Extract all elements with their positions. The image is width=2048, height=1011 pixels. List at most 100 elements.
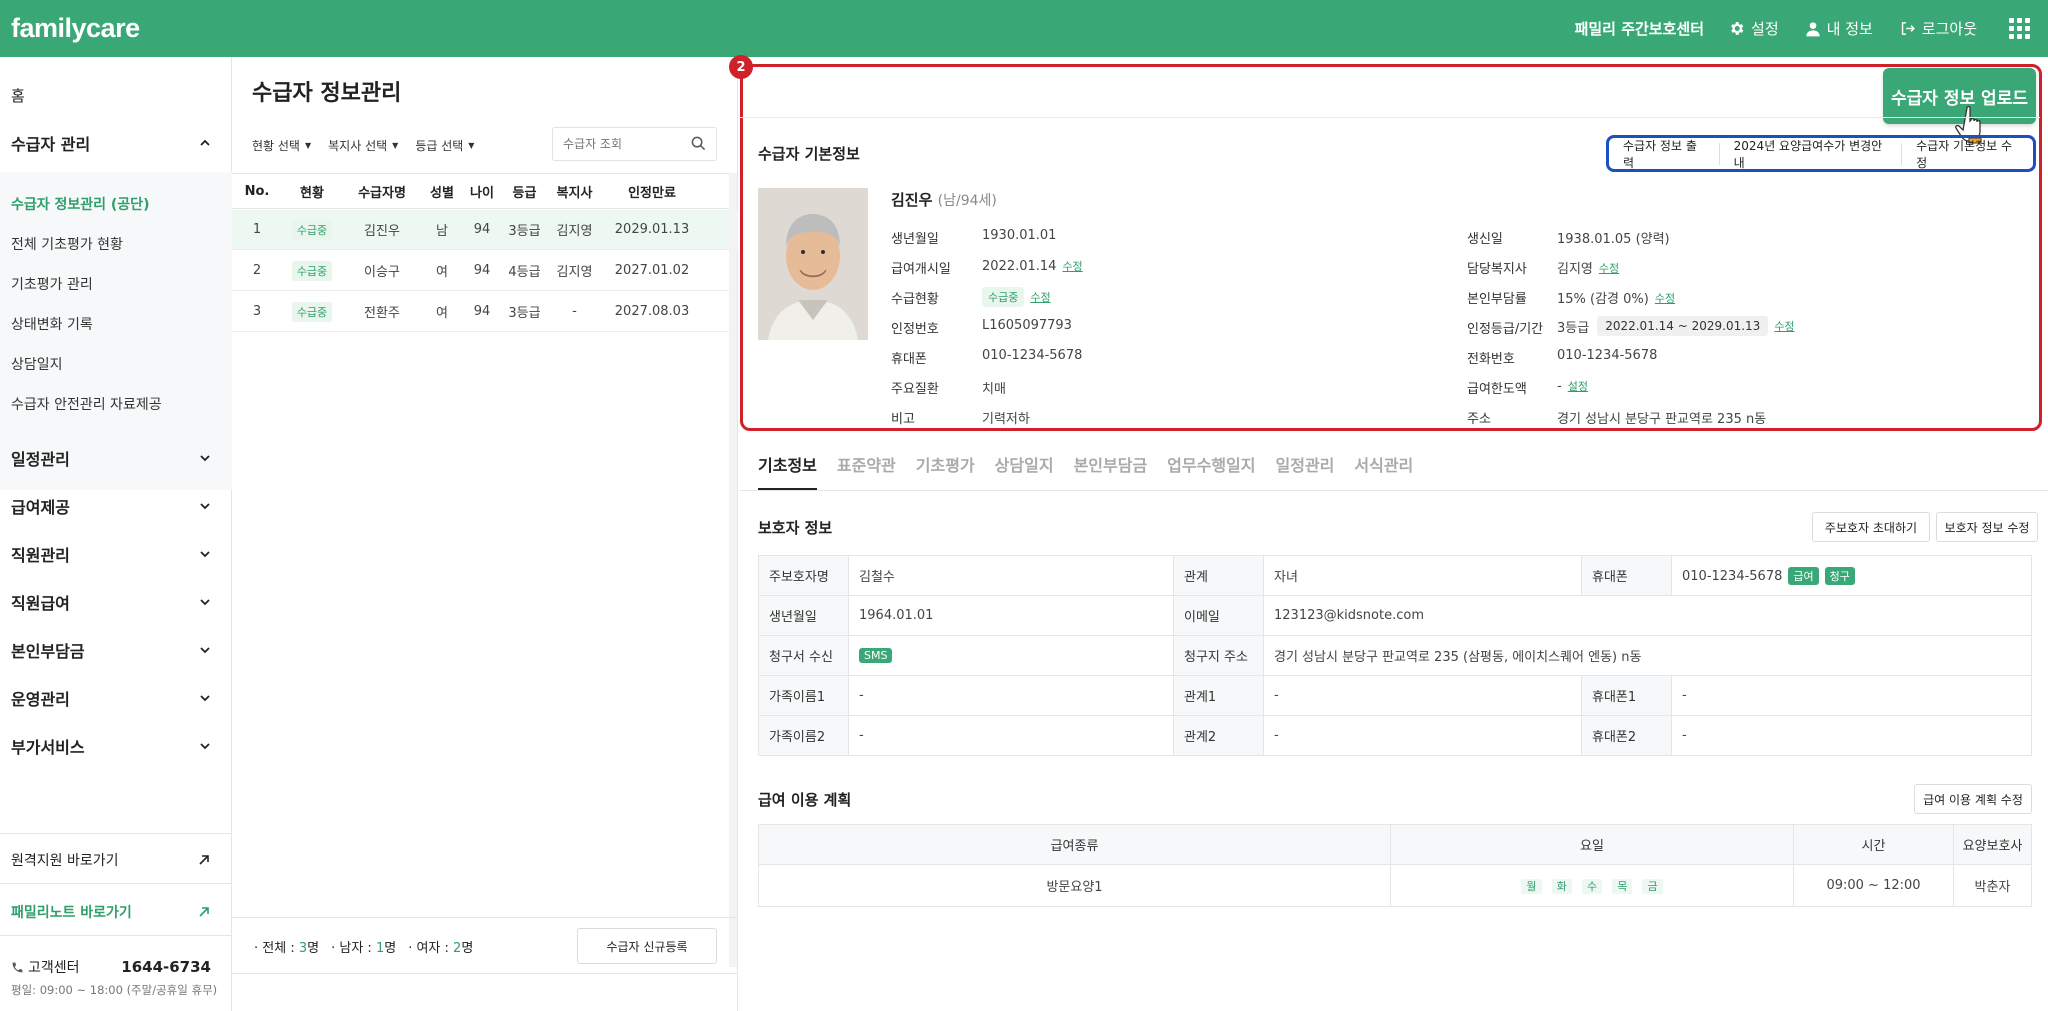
logo[interactable]: familycare <box>11 13 140 44</box>
sidebar-item-recipient-info[interactable]: 수급자 정보관리 (공단) <box>11 194 149 214</box>
table-row[interactable]: 3 수급중 전환주 여 94 3등급 - 2027.08.03 <box>232 292 738 332</box>
edit-grade-link[interactable]: 수정 <box>1774 318 1794 334</box>
field-mobile: 010-1234-5678 <box>982 348 1083 363</box>
sidebar-item-all-eval[interactable]: 전체 기초평가 현황 <box>11 234 123 254</box>
fee-change-guide-button[interactable]: 2024년 요양급여수가 변경안내 <box>1720 139 1903 170</box>
guardian-email: 123123@kidsnote.com <box>1263 595 2032 636</box>
invite-guardian-button[interactable]: 주보호자 초대하기 <box>1812 512 1930 542</box>
tab-copay[interactable]: 본인부담금 <box>1074 452 1148 490</box>
my-info-link[interactable]: 내 정보 <box>1805 18 1873 39</box>
page-title: 수급자 정보관리 <box>252 81 402 106</box>
caret-down-icon: ▼ <box>392 141 399 150</box>
table-row[interactable]: 2 수급중 이승구 여 94 4등급 김지영 2027.01.02 <box>232 251 738 291</box>
new-recipient-button[interactable]: 수급자 신규등록 <box>577 928 717 964</box>
plan-time: 09:00 ~ 12:00 <box>1793 864 1954 907</box>
sidebar-section-schedule[interactable]: 일정관리 <box>11 446 211 470</box>
edit-start-date-link[interactable]: 수정 <box>1062 258 1082 274</box>
sidebar-section-label: 직원관리 <box>11 546 70 565</box>
center-name: 패밀리 주간보호센터 <box>1574 20 1705 38</box>
cell-worker: - <box>572 304 577 319</box>
count-summary: · 전체 : 3명 · 남자 : 1명 · 여자 : 2명 <box>254 937 485 956</box>
tab-work-log[interactable]: 업무수행일지 <box>1167 452 1255 490</box>
field-label: 인정번호 <box>891 322 939 337</box>
cs-hours: 평일: 09:00 ~ 18:00 (주말/공휴일 휴무) <box>11 983 218 997</box>
familynote-link[interactable]: 패밀리노트 바로가기 <box>11 902 211 922</box>
chevron-up-icon <box>200 139 210 146</box>
edit-basic-info-button[interactable]: 수급자 기본정보 수정 <box>1902 139 2033 170</box>
table-row[interactable]: 1 수급중 김진우 남 94 3등급 김지영 2029.01.13 <box>232 210 738 250</box>
sidebar-section-staff[interactable]: 직원관리 <box>11 542 211 566</box>
tab-counsel[interactable]: 상담일지 <box>995 452 1054 490</box>
sidebar-section-label: 일정관리 <box>11 450 70 469</box>
caret-down-icon: ▼ <box>304 141 312 150</box>
recipient-photo <box>758 188 868 340</box>
sidebar-section-payroll[interactable]: 직원급여 <box>11 590 211 614</box>
family1-relation: - <box>1263 675 1582 716</box>
field-label: 생년월일 <box>891 232 939 247</box>
list-scrollbar[interactable] <box>729 173 737 967</box>
field-label: 급여개시일 <box>891 262 951 277</box>
user-icon <box>1805 21 1820 36</box>
billing-tag: 청구 <box>1824 566 1855 585</box>
edit-plan-button[interactable]: 급여 이용 계획 수정 <box>1914 784 2032 814</box>
field-label: 수급현황 <box>891 292 939 307</box>
cs-label-wrap: 고객센터 <box>11 957 80 977</box>
tab-forms[interactable]: 서식관리 <box>1354 452 1413 490</box>
sidebar-section-copay[interactable]: 본인부담금 <box>11 638 211 662</box>
logout-label: 로그아웃 <box>1921 20 1977 38</box>
set-limit-link[interactable]: 설정 <box>1568 378 1588 394</box>
apps-grid-icon[interactable] <box>2009 18 2030 39</box>
sidebar-item-eval-manage[interactable]: 기초평가 관리 <box>11 274 93 294</box>
sidebar-section-benefit[interactable]: 급여제공 <box>11 494 211 518</box>
status-filter[interactable]: 현황 선택 ▼ <box>252 137 311 154</box>
print-info-button[interactable]: 수급자 정보 출력 <box>1609 139 1720 170</box>
edit-copay-link[interactable]: 수정 <box>1655 290 1675 306</box>
chevron-down-icon <box>200 743 210 750</box>
settings-link[interactable]: 설정 <box>1728 18 1779 39</box>
field-label: 휴대폰 <box>891 352 927 367</box>
arrow-up-right-icon <box>199 855 209 865</box>
guardian-label: 휴대폰2 <box>1581 715 1672 756</box>
remote-support-link[interactable]: 원격지원 바로가기 <box>11 850 211 870</box>
tab-terms[interactable]: 표준약관 <box>837 452 896 490</box>
cs-number: 1644-6734 <box>121 958 211 976</box>
edit-guardian-button[interactable]: 보호자 정보 수정 <box>1936 512 2038 542</box>
edit-worker-link[interactable]: 수정 <box>1599 260 1619 276</box>
worker-filter[interactable]: 복지사 선택 ▼ <box>328 137 398 154</box>
sidebar-section-label: 부가서비스 <box>11 738 85 757</box>
col-benefit-type: 급여종류 <box>758 824 1391 865</box>
tab-schedule[interactable]: 일정관리 <box>1276 452 1335 490</box>
sidebar-section-label: 직원급여 <box>11 594 70 613</box>
cell-sex: 남 <box>436 224 448 239</box>
guardian-label: 청구지 주소 <box>1173 635 1264 676</box>
search-icon[interactable] <box>691 136 706 151</box>
sidebar-item-status-change[interactable]: 상태변화 기록 <box>11 314 93 334</box>
grade-filter[interactable]: 등급 선택 ▼ <box>415 137 474 154</box>
sidebar-item-counsel-log[interactable]: 상담일지 <box>11 354 63 374</box>
period-badge: 2022.01.14 ~ 2029.01.13 <box>1597 316 1769 336</box>
tab-basic-info[interactable]: 기초정보 <box>758 452 817 490</box>
logout-link[interactable]: 로그아웃 <box>1899 18 1977 39</box>
col-time: 시간 <box>1793 824 1954 865</box>
search-input[interactable] <box>563 137 683 151</box>
plan-type: 방문요양1 <box>758 864 1391 907</box>
day-badge: 수 <box>1581 878 1603 894</box>
edit-status-link[interactable]: 수정 <box>1030 289 1050 305</box>
field-status: 수급중 수정 <box>982 287 1051 307</box>
sidebar-section-operation[interactable]: 운영관리 <box>11 686 211 710</box>
tab-evaluation[interactable]: 기초평가 <box>916 452 975 490</box>
family2-name: - <box>848 715 1174 756</box>
day-badge: 화 <box>1551 878 1572 894</box>
list-footer: · 전체 : 3명 · 남자 : 1명 · 여자 : 2명 수급자 신규등록 <box>232 917 738 974</box>
my-info-label: 내 정보 <box>1826 20 1873 38</box>
sidebar-section-recipient[interactable]: 수급자 관리 <box>11 131 211 155</box>
cell-name: 김진우 <box>364 224 400 239</box>
sidebar-item-home[interactable]: 홈 <box>11 85 25 106</box>
arrow-up-right-icon <box>199 907 209 917</box>
top-bar: familycare 패밀리 주간보호센터 설정 내 정보 로그아웃 <box>0 0 2048 57</box>
sidebar-item-safety-data[interactable]: 수급자 안전관리 자료제공 <box>11 394 162 414</box>
sidebar-section-addon[interactable]: 부가서비스 <box>11 734 211 758</box>
guardian-label: 관계2 <box>1173 715 1264 756</box>
cell-expiry: 2029.01.13 <box>614 222 690 237</box>
family1-name: - <box>848 675 1174 716</box>
